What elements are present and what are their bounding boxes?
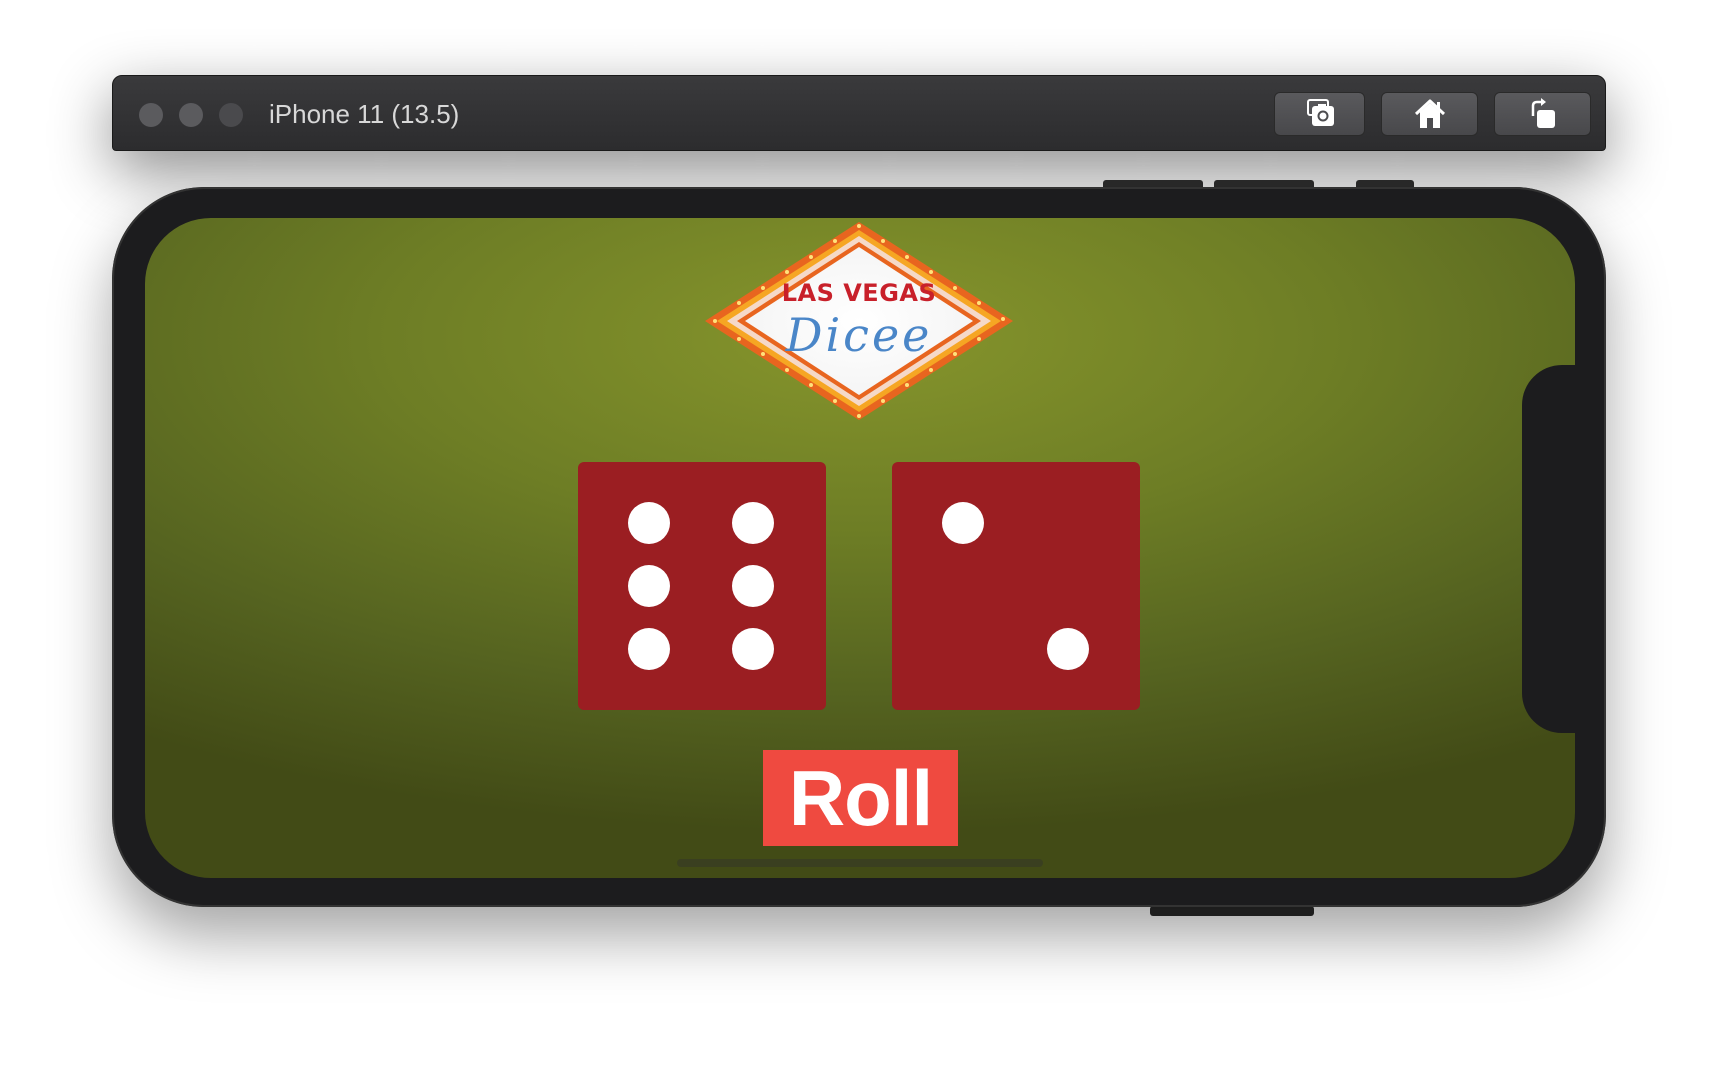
home-indicator [677,859,1043,867]
pip [1047,628,1089,670]
pip [732,628,774,670]
rotate-button[interactable] [1494,92,1591,136]
pip [628,565,670,607]
pip [628,628,670,670]
close-window-button[interactable] [139,103,163,127]
power-button [1150,906,1314,916]
logo-title: LAS VEGAS [781,279,937,307]
logo-subtitle: Dicee [785,308,933,362]
zoom-window-button[interactable] [219,103,243,127]
screenshot-button[interactable] [1274,92,1365,136]
house-icon [1414,99,1445,128]
minimize-window-button[interactable] [179,103,203,127]
camera-icon [1306,99,1334,126]
simulator-title-bar: iPhone 11 (13.5) [112,75,1606,151]
home-button[interactable] [1381,92,1478,136]
window-title: iPhone 11 (13.5) [269,99,460,129]
roll-button[interactable]: Roll [763,750,958,846]
rotate-icon [1531,98,1555,128]
pip [628,502,670,544]
left-die [578,462,826,710]
pip [732,502,774,544]
pip [732,565,774,607]
device-notch [1522,365,1578,733]
pip [942,502,984,544]
right-die [892,462,1140,710]
